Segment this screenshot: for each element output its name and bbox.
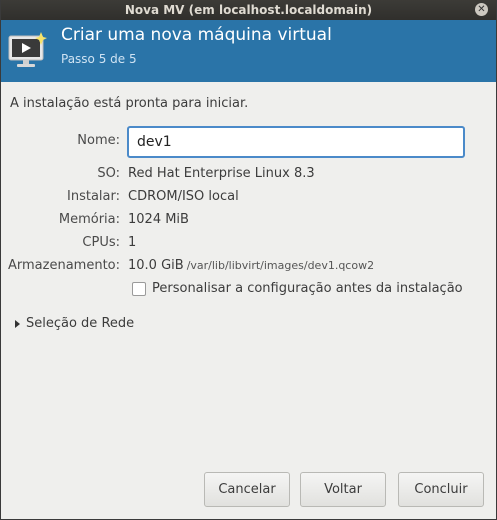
back-button[interactable]: Voltar: [300, 472, 386, 507]
storage-label: Armazenamento:: [8, 258, 120, 273]
customize-checkbox[interactable]: [132, 281, 146, 296]
wizard-step: Passo 5 de 5: [61, 52, 137, 66]
memory-value: 1024 MiB: [128, 212, 189, 227]
cpus-label: CPUs:: [82, 235, 120, 250]
network-selection-label[interactable]: Seleção de Rede: [26, 316, 134, 331]
os-value: Red Hat Enterprise Linux 8.3: [128, 166, 315, 181]
new-vm-dialog: Nova MV (em localhost.localdomain) ✕ Cri…: [0, 0, 497, 520]
close-icon[interactable]: ✕: [475, 3, 488, 16]
window-title: Nova MV (em localhost.localdomain): [124, 3, 373, 17]
monitor-play-icon: [8, 32, 47, 67]
network-selection-expander[interactable]: Seleção de Rede: [15, 316, 134, 331]
customize-label[interactable]: Personalisar a configuração antes da ins…: [152, 281, 463, 296]
storage-value: 10.0 GiB/var/lib/libvirt/images/dev1.qco…: [128, 258, 374, 273]
install-label: Instalar:: [67, 189, 120, 204]
customize-option[interactable]: Personalisar a configuração antes da ins…: [132, 281, 463, 296]
finish-button[interactable]: Concluir: [398, 472, 484, 507]
wizard-title: Criar uma nova máquina virtual: [61, 25, 332, 45]
storage-path: /var/lib/libvirt/images/dev1.qcow2: [186, 259, 375, 272]
memory-label: Memória:: [58, 212, 120, 227]
install-value: CDROM/ISO local: [128, 189, 239, 204]
expander-arrow-icon[interactable]: [15, 319, 20, 328]
window-titlebar[interactable]: Nova MV (em localhost.localdomain) ✕: [1, 0, 496, 20]
cpus-value: 1: [128, 235, 137, 250]
name-label: Nome:: [77, 133, 120, 148]
name-input[interactable]: [127, 126, 465, 158]
os-label: SO:: [97, 166, 120, 181]
ready-message: A instalação está pronta para iniciar.: [10, 96, 249, 111]
wizard-header: Criar uma nova máquina virtual Passo 5 d…: [1, 20, 496, 82]
cancel-button[interactable]: Cancelar: [204, 472, 290, 507]
storage-size: 10.0 GiB: [128, 258, 184, 273]
